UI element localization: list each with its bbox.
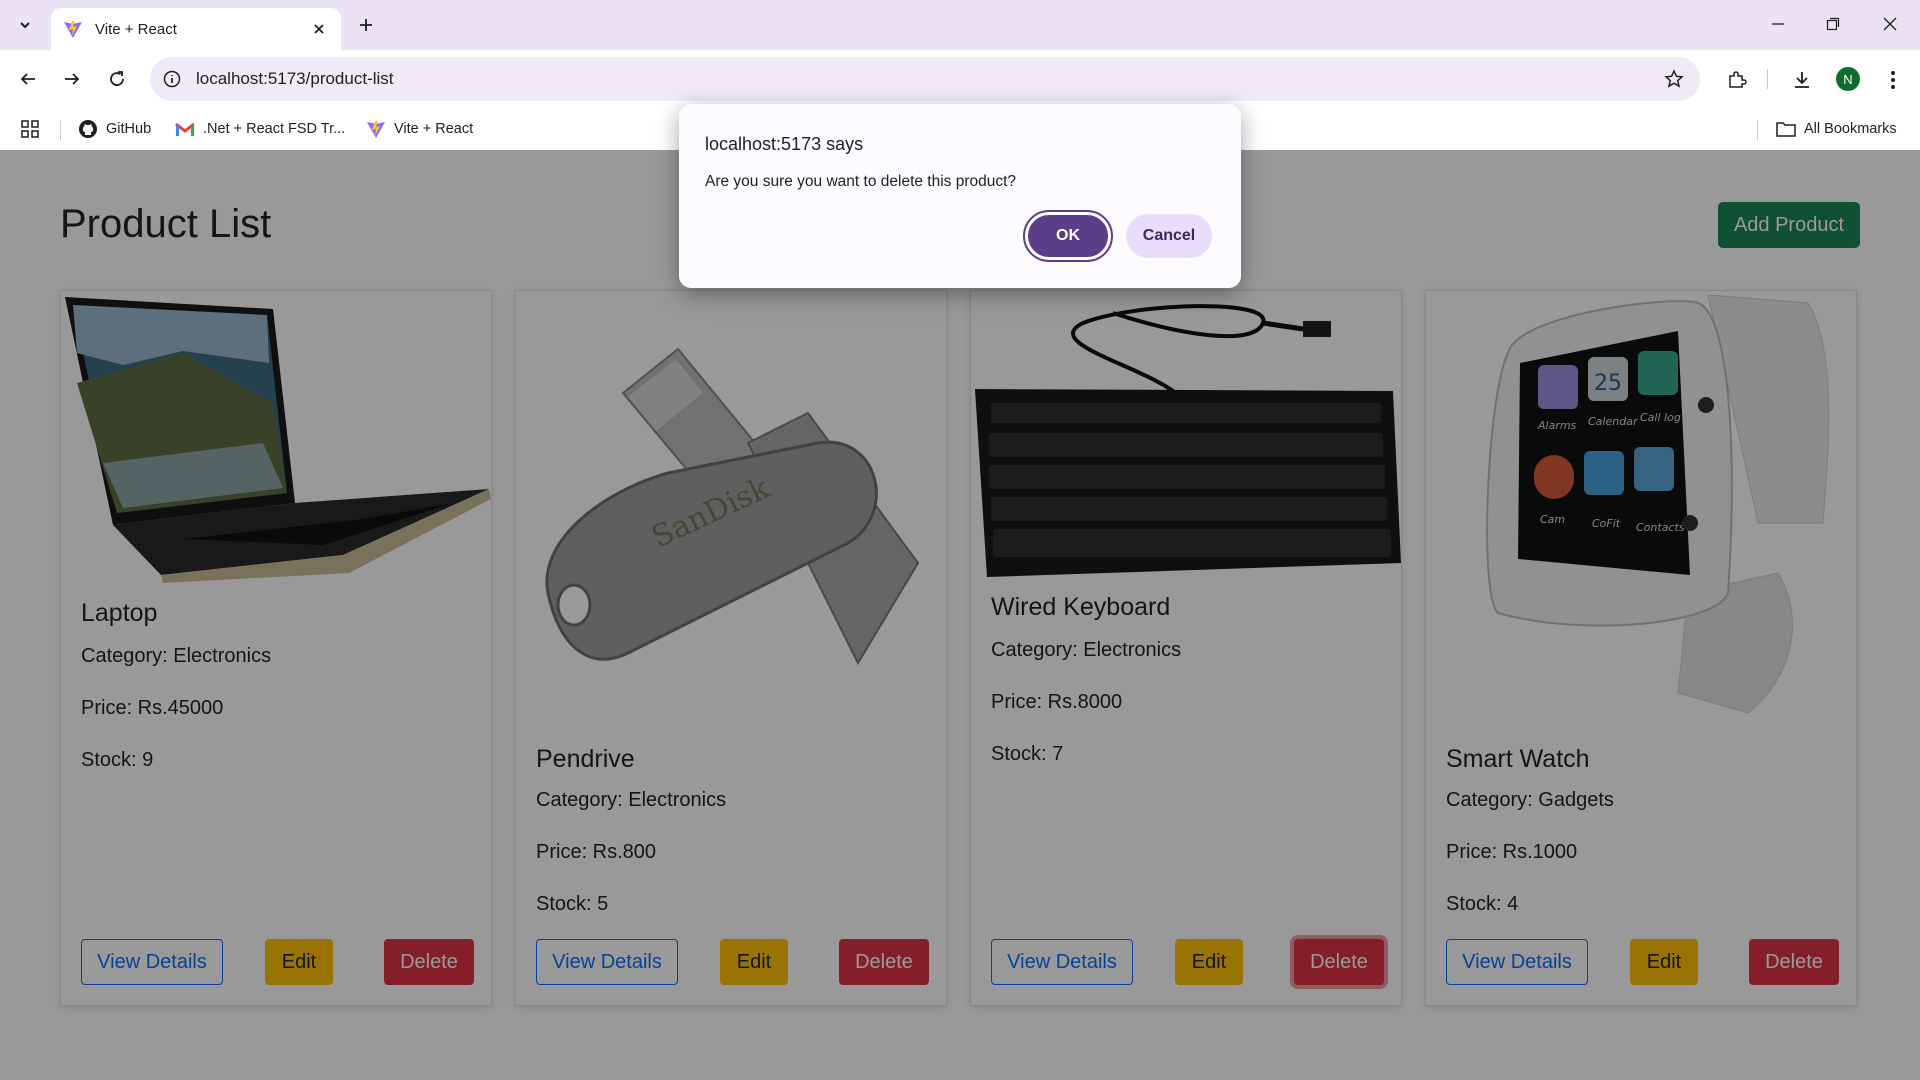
reload-icon[interactable]: [101, 63, 133, 95]
product-stock: Stock: 7: [991, 743, 1064, 765]
product-card: SanDisk Pendrive Category: Electronics P…: [515, 290, 947, 1006]
new-tab-plus-icon[interactable]: [353, 12, 379, 38]
vite-icon: [366, 119, 386, 139]
product-name: Wired Keyboard: [991, 593, 1171, 621]
tab-strip: Vite + React: [0, 0, 1920, 50]
close-tab-icon[interactable]: [309, 19, 329, 39]
svg-text:Contacts: Contacts: [1636, 521, 1685, 534]
view-details-button[interactable]: View Details: [1446, 939, 1588, 985]
svg-text:CoFit: CoFit: [1592, 517, 1621, 530]
profile-avatar[interactable]: N: [1836, 67, 1860, 91]
edit-button[interactable]: Edit: [720, 939, 788, 985]
tab-search-chevron-icon[interactable]: [10, 10, 40, 40]
delete-button[interactable]: Delete: [384, 939, 474, 985]
forward-arrow-icon[interactable]: [56, 63, 88, 95]
product-name: Laptop: [81, 599, 158, 627]
page-title: Product List: [60, 202, 272, 246]
edit-button[interactable]: Edit: [265, 939, 333, 985]
gmail-icon: [175, 119, 195, 139]
back-arrow-icon[interactable]: [12, 63, 44, 95]
pendrive-image: SanDisk: [518, 293, 946, 725]
more-menu-icon[interactable]: [1878, 65, 1908, 95]
bookmark-net-react[interactable]: .Net + React FSD Tr...: [175, 116, 345, 142]
product-category: Category: Electronics: [991, 639, 1182, 661]
downloads-icon[interactable]: [1787, 65, 1817, 95]
bookmark-star-icon[interactable]: [1662, 67, 1686, 91]
browser-toolbar: localhost:5173/product-list N: [0, 50, 1920, 108]
restore-icon[interactable]: [1811, 8, 1855, 40]
svg-text:Call log: Call log: [1640, 411, 1681, 424]
product-stock: Stock: 9: [81, 749, 154, 771]
product-price: Price: Rs.45000: [81, 697, 224, 719]
delete-button[interactable]: Delete: [1749, 939, 1839, 985]
product-name: Pendrive: [536, 745, 635, 773]
product-card: Wired Keyboard Category: Electronics Pri…: [970, 290, 1402, 1006]
all-bookmarks[interactable]: All Bookmarks: [1776, 116, 1897, 142]
bookmark-label: Vite + React: [394, 121, 474, 137]
add-product-button[interactable]: Add Product: [1718, 202, 1860, 248]
apps-grid-icon[interactable]: [20, 116, 40, 142]
product-name: Smart Watch: [1446, 745, 1590, 773]
bookmark-label: GitHub: [106, 121, 152, 137]
view-details-button[interactable]: View Details: [991, 939, 1133, 985]
product-category: Category: Gadgets: [1446, 789, 1614, 811]
github-icon: [78, 119, 98, 139]
edit-button[interactable]: Edit: [1630, 939, 1698, 985]
bookmark-vite-react[interactable]: Vite + React: [366, 116, 473, 142]
delete-button[interactable]: Delete: [839, 939, 929, 985]
confirm-dialog: localhost:5173 says Are you sure you wan…: [679, 104, 1241, 288]
url-text[interactable]: localhost:5173/product-list: [196, 69, 394, 89]
keyboard-image: [973, 293, 1401, 579]
vite-icon: [64, 21, 82, 38]
product-price: Price: Rs.8000: [991, 691, 1123, 713]
product-price: Price: Rs.1000: [1446, 841, 1578, 863]
delete-button[interactable]: Delete: [1294, 939, 1384, 985]
product-stock: Stock: 5: [536, 893, 609, 915]
edit-button[interactable]: Edit: [1175, 939, 1243, 985]
tab-title: Vite + React: [95, 20, 177, 38]
laptop-image: [63, 293, 491, 583]
all-bookmarks-label: All Bookmarks: [1804, 121, 1897, 137]
bookmark-github[interactable]: GitHub: [78, 116, 151, 142]
address-bar[interactable]: localhost:5173/product-list: [150, 57, 1700, 101]
bookmark-label: .Net + React FSD Tr...: [203, 121, 346, 137]
view-details-button[interactable]: View Details: [536, 939, 678, 985]
product-stock: Stock: 4: [1446, 893, 1519, 915]
product-category: Category: Electronics: [536, 789, 727, 811]
svg-text:25: 25: [1594, 371, 1622, 396]
folder-icon: [1776, 119, 1796, 139]
browser-tab[interactable]: Vite + React: [51, 8, 341, 50]
product-price: Price: Rs.800: [536, 841, 657, 863]
dialog-ok-button[interactable]: OK: [1023, 210, 1113, 262]
minimize-icon[interactable]: [1756, 8, 1800, 40]
extensions-puzzle-icon[interactable]: [1722, 65, 1752, 95]
svg-text:Calendar: Calendar: [1588, 415, 1639, 428]
svg-text:Cam: Cam: [1540, 513, 1565, 526]
product-card: 25 Alarms Calendar Call log Cam CoFit Contac…: [1425, 290, 1857, 1006]
svg-text:Alarms: Alarms: [1537, 419, 1577, 432]
page-content: Product List Add Product Laptop Category…: [0, 150, 1920, 1080]
close-window-icon[interactable]: [1868, 8, 1912, 40]
site-info-icon[interactable]: [150, 57, 194, 101]
view-details-button[interactable]: View Details: [81, 939, 223, 985]
dialog-title: localhost:5173 says: [705, 134, 864, 154]
dialog-cancel-button[interactable]: Cancel: [1126, 214, 1212, 258]
smartwatch-image: 25 Alarms Calendar Call log Cam CoFit Contac…: [1428, 293, 1856, 725]
dialog-message: Are you sure you want to delete this pro…: [705, 173, 1017, 190]
product-category: Category: Electronics: [81, 645, 272, 667]
product-card: Laptop Category: Electronics Price: Rs.4…: [60, 290, 492, 1006]
